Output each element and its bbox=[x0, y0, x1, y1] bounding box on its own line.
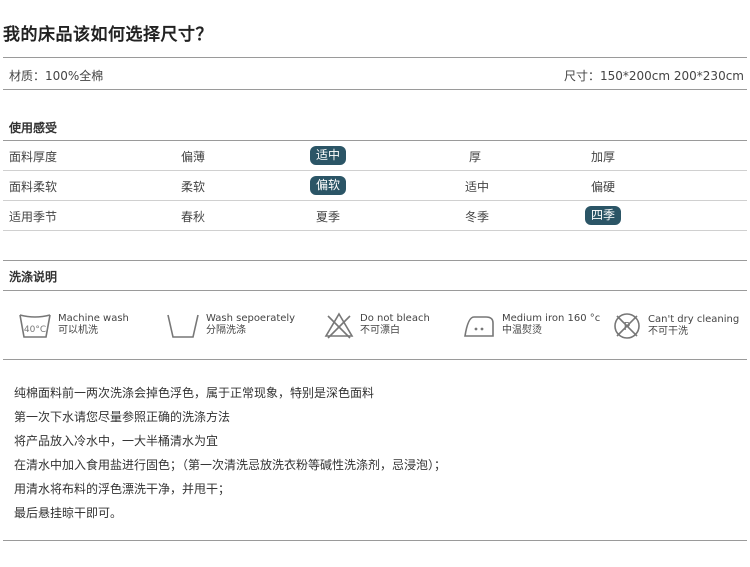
usage-option: 夏季 bbox=[316, 210, 341, 224]
divider bbox=[3, 57, 747, 58]
care-item-no-dry-clean: P Can't dry cleaning 不可干洗 bbox=[612, 311, 739, 341]
usage-option-selected: 适中 bbox=[310, 146, 347, 165]
care-item-medium-iron: Medium iron 160 °c 中温熨烫 bbox=[462, 311, 600, 339]
wash-note: 将产品放入冷水中，一大半桶清水为宜 bbox=[14, 434, 219, 448]
divider bbox=[3, 89, 747, 90]
page-title: 我的床品该如何选择尺寸？ bbox=[3, 25, 213, 45]
care-cn-label: 中温熨烫 bbox=[502, 325, 542, 336]
divider bbox=[3, 140, 747, 141]
usage-option: 柔软 bbox=[181, 180, 206, 194]
wash-note: 第一次下水请您尽量参照正确的洗涤方法 bbox=[14, 410, 231, 424]
material-text: 材质：100%全棉 bbox=[9, 69, 104, 83]
usage-option: 适中 bbox=[465, 180, 490, 194]
divider bbox=[3, 540, 747, 541]
care-en-label: Do not bleach bbox=[360, 313, 430, 324]
usage-option: 偏薄 bbox=[181, 150, 206, 164]
care-en-label: Machine wash bbox=[58, 313, 129, 324]
care-cn-label: 分隔洗涤 bbox=[206, 325, 246, 336]
divider bbox=[3, 290, 747, 291]
washing-heading: 洗涤说明 bbox=[9, 270, 58, 284]
row-divider bbox=[3, 200, 747, 201]
wash-note: 用清水将布料的浮色漂洗干净，并甩干； bbox=[14, 482, 231, 496]
usage-option-selected: 四季 bbox=[585, 206, 622, 225]
care-item-wash-separately: Wash sepoerately 分隔洗涤 bbox=[166, 311, 295, 339]
no-dry-clean-icon: P bbox=[614, 313, 640, 339]
care-cn-label: 可以机洗 bbox=[58, 325, 98, 336]
usage-option-selected: 偏软 bbox=[310, 176, 347, 195]
iron-icon bbox=[464, 316, 494, 337]
no-bleach-icon bbox=[324, 312, 354, 339]
divider bbox=[3, 260, 747, 261]
wash-tub-icon bbox=[167, 314, 199, 338]
care-en-label: Medium iron 160 °c bbox=[502, 313, 601, 324]
row-divider bbox=[3, 230, 747, 231]
divider bbox=[3, 359, 747, 360]
care-item-no-bleach: Do not bleach 不可漂白 bbox=[324, 311, 430, 339]
usage-option: 偏硬 bbox=[591, 180, 616, 194]
wash-note: 在清水中加入食用盐进行固色；（第一次清洗忌放洗衣粉等碱性洗涤剂，忌浸泡）； bbox=[14, 458, 447, 472]
usage-option: 厚 bbox=[469, 150, 482, 164]
usage-heading: 使用感受 bbox=[9, 121, 58, 135]
row-divider bbox=[3, 170, 747, 171]
svg-text:40°C: 40°C bbox=[24, 325, 46, 335]
usage-row-label: 适用季节 bbox=[9, 210, 58, 224]
care-cn-label: 不可干洗 bbox=[648, 326, 688, 337]
wash-40-icon: 40°C bbox=[19, 314, 51, 338]
usage-row-label: 面料柔软 bbox=[9, 180, 58, 194]
wash-note: 纯棉面料前一两次洗涤会掉色浮色，属于正常现象，特别是深色面料 bbox=[14, 386, 375, 400]
svg-text:P: P bbox=[624, 320, 631, 333]
size-text: 尺寸：150*200cm 200*230cm bbox=[563, 69, 744, 83]
care-en-label: Can't dry cleaning bbox=[648, 314, 740, 325]
usage-row-label: 面料厚度 bbox=[9, 150, 58, 164]
care-en-label: Wash sepoerately bbox=[206, 313, 296, 324]
wash-note: 最后悬挂晾干即可。 bbox=[14, 506, 123, 520]
usage-option: 加厚 bbox=[591, 150, 616, 164]
usage-option: 春秋 bbox=[181, 210, 206, 224]
usage-option: 冬季 bbox=[465, 210, 490, 224]
care-item-machine-wash: 40°C Machine wash 可以机洗 bbox=[18, 311, 129, 339]
care-cn-label: 不可漂白 bbox=[360, 325, 400, 336]
